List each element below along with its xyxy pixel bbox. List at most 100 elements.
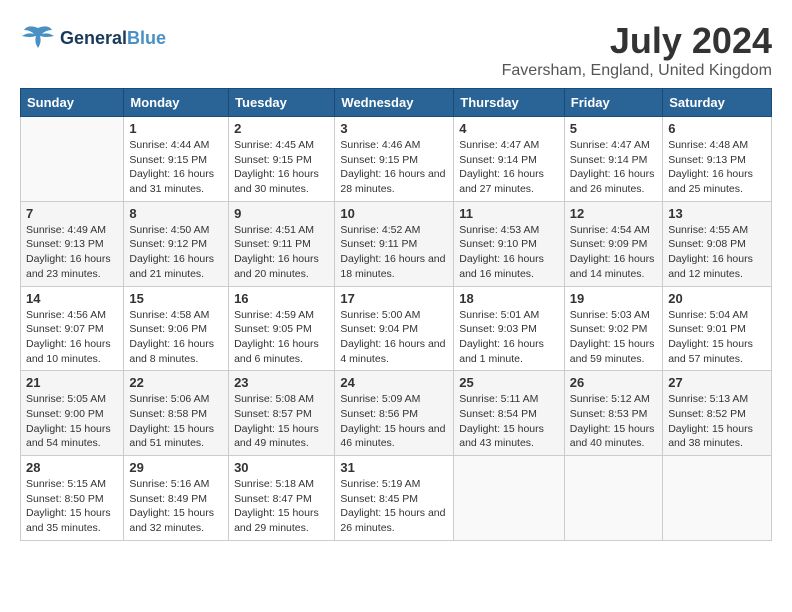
calendar-cell: 13Sunrise: 4:55 AMSunset: 9:08 PMDayligh… xyxy=(663,201,772,286)
day-number: 20 xyxy=(668,291,766,306)
day-info: Sunrise: 5:04 AMSunset: 9:01 PMDaylight:… xyxy=(668,308,766,367)
day-number: 3 xyxy=(340,121,448,136)
day-number: 22 xyxy=(129,375,223,390)
day-number: 16 xyxy=(234,291,329,306)
calendar-cell: 2 Sunrise: 4:45 AMSunset: 9:15 PMDaylight… xyxy=(229,117,335,202)
weekday-header-friday: Friday xyxy=(564,89,662,117)
day-info: Sunrise: 5:13 AMSunset: 8:52 PMDaylight:… xyxy=(668,392,766,451)
logo-icon xyxy=(20,20,56,56)
day-info: Sunrise: 5:05 AMSunset: 9:00 PMDaylight:… xyxy=(26,392,118,451)
day-number: 6 xyxy=(668,121,766,136)
day-info: Sunrise: 5:16 AMSunset: 8:49 PMDaylight:… xyxy=(129,477,223,536)
day-info: Sunrise: 5:00 AMSunset: 9:04 PMDaylight:… xyxy=(340,308,448,367)
calendar-cell: 8 Sunrise: 4:50 AMSunset: 9:12 PMDaylight… xyxy=(124,201,229,286)
calendar-cell: 3 Sunrise: 4:46 AMSunset: 9:15 PMDaylight… xyxy=(335,117,454,202)
day-info: Sunrise: 4:56 AMSunset: 9:07 PMDaylight:… xyxy=(26,308,118,367)
title-block: July 2024 Faversham, England, United Kin… xyxy=(502,20,772,80)
calendar-cell: 17 Sunrise: 5:00 AMSunset: 9:04 PMDayligh… xyxy=(335,286,454,371)
month-year-title: July 2024 xyxy=(502,20,772,62)
calendar-cell xyxy=(564,456,662,541)
day-info: Sunrise: 5:12 AMSunset: 8:53 PMDaylight:… xyxy=(570,392,657,451)
day-info: Sunrise: 4:52 AMSunset: 9:11 PMDaylight:… xyxy=(340,223,448,282)
calendar-cell: 12 Sunrise: 4:54 AMSunset: 9:09 PMDayligh… xyxy=(564,201,662,286)
calendar-cell: 29 Sunrise: 5:16 AMSunset: 8:49 PMDayligh… xyxy=(124,456,229,541)
calendar-cell: 31 Sunrise: 5:19 AMSunset: 8:45 PMDayligh… xyxy=(335,456,454,541)
day-info: Sunrise: 5:06 AMSunset: 8:58 PMDaylight:… xyxy=(129,392,223,451)
day-number: 12 xyxy=(570,206,657,221)
day-info: Sunrise: 5:09 AMSunset: 8:56 PMDaylight:… xyxy=(340,392,448,451)
day-number: 14 xyxy=(26,291,118,306)
day-number: 13 xyxy=(668,206,766,221)
day-number: 11 xyxy=(459,206,559,221)
day-info: Sunrise: 5:18 AMSunset: 8:47 PMDaylight:… xyxy=(234,477,329,536)
day-info: Sunrise: 5:03 AMSunset: 9:02 PMDaylight:… xyxy=(570,308,657,367)
day-number: 4 xyxy=(459,121,559,136)
calendar-cell: 4 Sunrise: 4:47 AMSunset: 9:14 PMDaylight… xyxy=(454,117,565,202)
day-info: Sunrise: 4:45 AMSunset: 9:15 PMDaylight:… xyxy=(234,138,329,197)
calendar-week-row: 14 Sunrise: 4:56 AMSunset: 9:07 PMDayligh… xyxy=(21,286,772,371)
day-number: 31 xyxy=(340,460,448,475)
day-number: 30 xyxy=(234,460,329,475)
day-number: 7 xyxy=(26,206,118,221)
calendar-week-row: 21Sunrise: 5:05 AMSunset: 9:00 PMDayligh… xyxy=(21,371,772,456)
weekday-header-wednesday: Wednesday xyxy=(335,89,454,117)
calendar-cell xyxy=(21,117,124,202)
weekday-header-tuesday: Tuesday xyxy=(229,89,335,117)
calendar-cell: 28Sunrise: 5:15 AMSunset: 8:50 PMDayligh… xyxy=(21,456,124,541)
calendar-cell: 14 Sunrise: 4:56 AMSunset: 9:07 PMDayligh… xyxy=(21,286,124,371)
weekday-header-thursday: Thursday xyxy=(454,89,565,117)
day-info: Sunrise: 4:53 AMSunset: 9:10 PMDaylight:… xyxy=(459,223,559,282)
calendar-cell: 30 Sunrise: 5:18 AMSunset: 8:47 PMDayligh… xyxy=(229,456,335,541)
day-info: Sunrise: 4:48 AMSunset: 9:13 PMDaylight:… xyxy=(668,138,766,197)
day-number: 25 xyxy=(459,375,559,390)
day-info: Sunrise: 4:46 AMSunset: 9:15 PMDaylight:… xyxy=(340,138,448,197)
day-number: 9 xyxy=(234,206,329,221)
day-number: 5 xyxy=(570,121,657,136)
day-info: Sunrise: 4:59 AMSunset: 9:05 PMDaylight:… xyxy=(234,308,329,367)
calendar-cell: 25Sunrise: 5:11 AMSunset: 8:54 PMDayligh… xyxy=(454,371,565,456)
calendar-cell: 20 Sunrise: 5:04 AMSunset: 9:01 PMDayligh… xyxy=(663,286,772,371)
calendar-cell: 18Sunrise: 5:01 AMSunset: 9:03 PMDayligh… xyxy=(454,286,565,371)
calendar-table: SundayMondayTuesdayWednesdayThursdayFrid… xyxy=(20,88,772,541)
calendar-cell: 5 Sunrise: 4:47 AMSunset: 9:14 PMDaylight… xyxy=(564,117,662,202)
day-info: Sunrise: 5:19 AMSunset: 8:45 PMDaylight:… xyxy=(340,477,448,536)
day-number: 17 xyxy=(340,291,448,306)
calendar-cell xyxy=(663,456,772,541)
calendar-cell: 26 Sunrise: 5:12 AMSunset: 8:53 PMDayligh… xyxy=(564,371,662,456)
calendar-cell: 24 Sunrise: 5:09 AMSunset: 8:56 PMDayligh… xyxy=(335,371,454,456)
day-number: 8 xyxy=(129,206,223,221)
calendar-cell: 11 Sunrise: 4:53 AMSunset: 9:10 PMDayligh… xyxy=(454,201,565,286)
calendar-week-row: 1 Sunrise: 4:44 AMSunset: 9:15 PMDaylight… xyxy=(21,117,772,202)
calendar-cell: 7 Sunrise: 4:49 AMSunset: 9:13 PMDaylight… xyxy=(21,201,124,286)
day-info: Sunrise: 4:49 AMSunset: 9:13 PMDaylight:… xyxy=(26,223,118,282)
day-number: 10 xyxy=(340,206,448,221)
logo-text: GeneralBlue xyxy=(60,29,166,47)
page-header: GeneralBlue July 2024 Faversham, England… xyxy=(20,20,772,80)
day-number: 1 xyxy=(129,121,223,136)
calendar-cell: 22 Sunrise: 5:06 AMSunset: 8:58 PMDayligh… xyxy=(124,371,229,456)
day-info: Sunrise: 5:08 AMSunset: 8:57 PMDaylight:… xyxy=(234,392,329,451)
day-info: Sunrise: 4:47 AMSunset: 9:14 PMDaylight:… xyxy=(570,138,657,197)
day-number: 26 xyxy=(570,375,657,390)
weekday-header-row: SundayMondayTuesdayWednesdayThursdayFrid… xyxy=(21,89,772,117)
day-info: Sunrise: 4:50 AMSunset: 9:12 PMDaylight:… xyxy=(129,223,223,282)
calendar-cell: 6 Sunrise: 4:48 AMSunset: 9:13 PMDaylight… xyxy=(663,117,772,202)
calendar-cell: 16 Sunrise: 4:59 AMSunset: 9:05 PMDayligh… xyxy=(229,286,335,371)
day-number: 28 xyxy=(26,460,118,475)
day-info: Sunrise: 5:01 AMSunset: 9:03 PMDaylight:… xyxy=(459,308,559,367)
day-number: 29 xyxy=(129,460,223,475)
day-number: 2 xyxy=(234,121,329,136)
calendar-cell: 19 Sunrise: 5:03 AMSunset: 9:02 PMDayligh… xyxy=(564,286,662,371)
calendar-cell: 23Sunrise: 5:08 AMSunset: 8:57 PMDayligh… xyxy=(229,371,335,456)
day-number: 19 xyxy=(570,291,657,306)
calendar-cell xyxy=(454,456,565,541)
calendar-cell: 1 Sunrise: 4:44 AMSunset: 9:15 PMDaylight… xyxy=(124,117,229,202)
day-info: Sunrise: 4:44 AMSunset: 9:15 PMDaylight:… xyxy=(129,138,223,197)
weekday-header-sunday: Sunday xyxy=(21,89,124,117)
day-info: Sunrise: 4:54 AMSunset: 9:09 PMDaylight:… xyxy=(570,223,657,282)
calendar-week-row: 7 Sunrise: 4:49 AMSunset: 9:13 PMDaylight… xyxy=(21,201,772,286)
day-info: Sunrise: 4:58 AMSunset: 9:06 PMDaylight:… xyxy=(129,308,223,367)
day-info: Sunrise: 4:47 AMSunset: 9:14 PMDaylight:… xyxy=(459,138,559,197)
day-info: Sunrise: 4:51 AMSunset: 9:11 PMDaylight:… xyxy=(234,223,329,282)
day-number: 24 xyxy=(340,375,448,390)
